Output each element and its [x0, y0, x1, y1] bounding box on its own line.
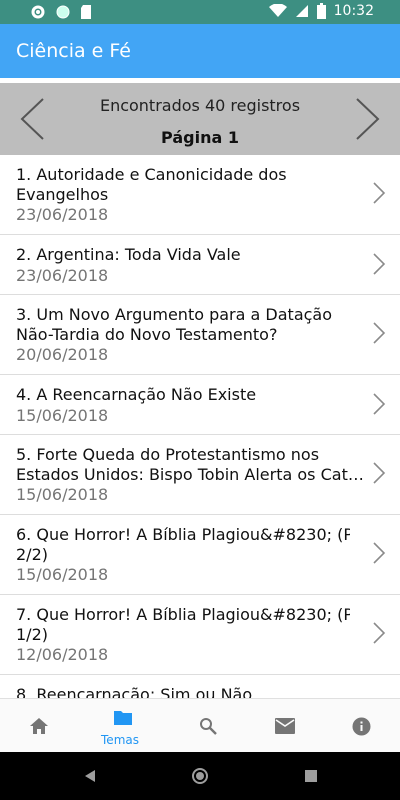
item-title-line1: 7. Que Horror! A Bíblia Plagiou&#8230; (… — [16, 605, 350, 624]
signal-icon — [295, 5, 308, 17]
item-date: 20/06/2018 — [16, 345, 109, 364]
gear-icon — [31, 5, 45, 19]
next-page-button[interactable] — [354, 97, 382, 141]
item-title-line2: Estados Unidos: Bispo Tobin Alerta os Ca… — [16, 465, 368, 484]
results-count: Encontrados 40 registros — [99, 96, 301, 115]
nav-search[interactable] — [160, 699, 240, 753]
item-date: 15/06/2018 — [16, 485, 109, 504]
list-item[interactable]: 1. Autoridade e Canonicidade dos Evangel… — [0, 155, 400, 235]
item-title-line1: 1. Autoridade e Canonicidade dos — [16, 165, 287, 184]
item-date: 23/06/2018 — [16, 205, 109, 224]
circle-icon — [56, 5, 70, 19]
status-time: 10:32 — [333, 3, 374, 19]
item-title-line1: 8. Reencarnação: Sim ou Não — [16, 685, 253, 698]
system-navigation-bar — [0, 752, 400, 800]
page-indicator: Página 1 — [161, 128, 239, 147]
info-icon — [352, 717, 371, 736]
app-bar: Ciência e Fé — [0, 24, 400, 78]
item-title-line1: 3. Um Novo Argumento para a Datação — [16, 305, 333, 324]
app-title: Ciência e Fé — [16, 40, 131, 62]
mail-icon — [275, 718, 295, 734]
chevron-right-icon — [373, 542, 386, 564]
folder-icon — [114, 711, 132, 725]
status-icons-right: 10:32 — [268, 3, 374, 19]
article-list: 1. Autoridade e Canonicidade dos Evangel… — [0, 155, 400, 698]
item-title-line1: 5. Forte Queda do Protestantismo nos — [16, 445, 320, 464]
status-icons-left — [30, 4, 92, 20]
list-item[interactable]: 5. Forte Queda do Protestantismo nos Est… — [0, 435, 400, 515]
sd-card-icon — [81, 5, 91, 19]
list-item[interactable]: 8. Reencarnação: Sim ou Não — [0, 675, 400, 698]
bottom-navigation: Temas — [0, 698, 400, 753]
item-title-line2: 1/2) — [16, 625, 48, 644]
list-item[interactable]: 7. Que Horror! A Bíblia Plagiou&#8230; (… — [0, 595, 400, 675]
home-button-icon[interactable] — [191, 767, 209, 785]
chevron-right-icon — [373, 322, 386, 344]
list-item[interactable]: 3. Um Novo Argumento para a Datação Não-… — [0, 295, 400, 375]
nav-info[interactable] — [320, 699, 400, 753]
chevron-right-icon — [373, 462, 386, 484]
item-title-line1: 4. A Reencarnação Não Existe — [16, 385, 257, 404]
item-title-line1: 2. Argentina: Toda Vida Vale — [16, 245, 241, 264]
chevron-right-icon — [373, 253, 386, 275]
item-date: 23/06/2018 — [16, 266, 109, 285]
list-item[interactable]: 4. A Reencarnação Não Existe 15/06/2018 — [0, 375, 400, 435]
wifi-icon — [268, 4, 287, 17]
item-title-line2: Evangelhos — [16, 185, 109, 204]
chevron-right-icon — [373, 622, 386, 644]
item-title-line2: 2/2) — [16, 545, 48, 564]
chevron-right-icon — [373, 393, 386, 415]
nav-temas-label: Temas — [101, 733, 139, 747]
item-title-line1: 6. Que Horror! A Bíblia Plagiou&#8230; (… — [16, 525, 350, 544]
chevron-right-icon — [373, 182, 386, 204]
status-bar: 10:32 — [0, 0, 400, 24]
item-date: 15/06/2018 — [16, 406, 109, 425]
home-icon — [30, 718, 48, 734]
list-item[interactable]: 2. Argentina: Toda Vida Vale 23/06/2018 — [0, 235, 400, 295]
nav-home[interactable] — [0, 699, 80, 753]
nav-temas[interactable]: Temas — [80, 699, 160, 753]
item-date: 12/06/2018 — [16, 645, 109, 664]
recents-icon[interactable] — [305, 770, 317, 782]
search-icon — [200, 718, 217, 735]
item-title-line2: Não-Tardia do Novo Testamento? — [16, 325, 278, 344]
back-icon[interactable] — [83, 769, 97, 783]
battery-icon — [316, 3, 326, 19]
item-date: 15/06/2018 — [16, 565, 109, 584]
nav-mail[interactable] — [240, 699, 320, 753]
list-item[interactable]: 6. Que Horror! A Bíblia Plagiou&#8230; (… — [0, 515, 400, 595]
pager-header: Encontrados 40 registros Página 1 — [0, 83, 400, 155]
